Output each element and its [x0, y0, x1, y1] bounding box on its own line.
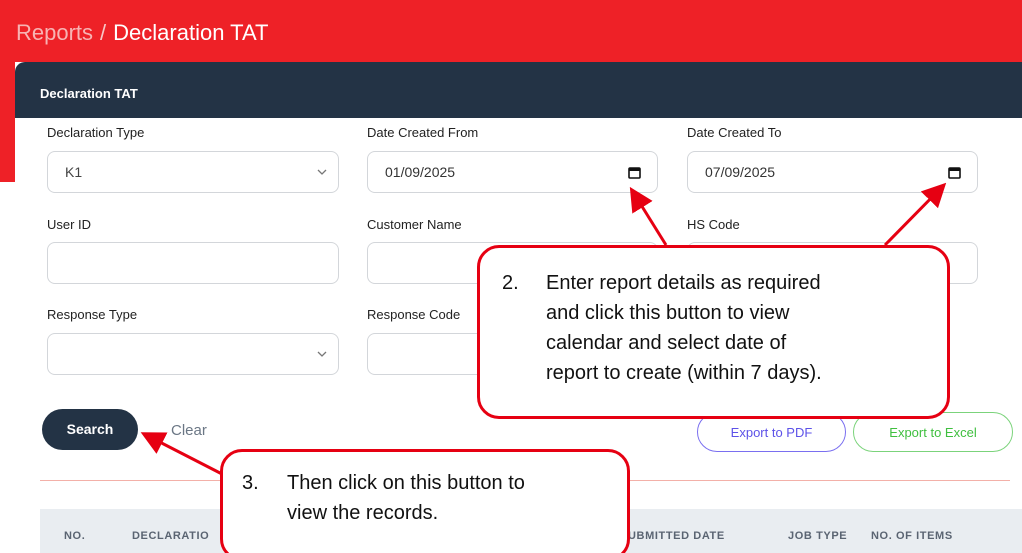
callout-step-3: 3. Then click on this button to view the…	[220, 449, 630, 553]
column-header-submitted-date[interactable]: UBMITTED DATE	[628, 530, 725, 542]
callout-step-3-line: Then click on this button to	[287, 472, 525, 494]
callout-step-2-line: calendar and select date of	[546, 332, 787, 354]
calendar-icon[interactable]	[948, 166, 961, 179]
date-to-input[interactable]: 07/09/2025	[687, 151, 978, 193]
breadcrumb-reports-link[interactable]: Reports	[16, 20, 93, 45]
search-button[interactable]: Search	[42, 409, 138, 450]
date-to-value: 07/09/2025	[705, 164, 776, 180]
breadcrumb-current: Declaration TAT	[113, 20, 269, 45]
callout-step-2-line: report to create (within 7 days).	[546, 362, 822, 384]
calendar-icon[interactable]	[628, 166, 641, 179]
user-id-input[interactable]	[47, 242, 339, 284]
breadcrumb: Reports / Declaration TAT	[16, 20, 268, 46]
app-root: Reports / Declaration TAT Declaration TAT …	[0, 0, 1022, 553]
date-from-label: Date Created From	[367, 125, 479, 140]
date-to-label: Date Created To	[687, 125, 782, 140]
response-code-label: Response Code	[367, 307, 461, 322]
response-type-label: Response Type	[47, 307, 138, 322]
declaration-type-select[interactable]: K1	[47, 151, 339, 193]
date-from-input[interactable]: 01/09/2025	[367, 151, 658, 193]
date-from-value: 01/09/2025	[385, 164, 456, 180]
user-id-label: User ID	[47, 217, 92, 232]
chevron-down-icon	[317, 169, 327, 175]
declaration-type-label: Declaration Type	[47, 125, 145, 140]
column-header-no-of-items[interactable]: NO. OF ITEMS	[871, 530, 953, 542]
callout-step-2: 2. Enter report details as required and …	[477, 245, 950, 419]
callout-step-2-line: and click this button to view	[546, 302, 790, 324]
column-header-job-type[interactable]: JOB TYPE	[788, 530, 847, 542]
callout-step-2-number: 2.	[502, 272, 519, 294]
callout-step-3-line: view the records.	[287, 502, 439, 524]
chevron-down-icon	[317, 351, 327, 357]
breadcrumb-separator: /	[100, 20, 107, 45]
column-header-declaration[interactable]: DECLARATIO	[132, 530, 209, 542]
clear-button[interactable]: Clear	[171, 422, 207, 439]
callout-step-3-number: 3.	[242, 472, 259, 494]
column-header-no[interactable]: NO.	[64, 530, 85, 542]
card-title: Declaration TAT	[40, 86, 138, 101]
card-header: Declaration TAT	[15, 62, 1022, 118]
customer-name-label: Customer Name	[367, 217, 462, 232]
response-type-select[interactable]	[47, 333, 339, 375]
hs-code-label: HS Code	[687, 217, 740, 232]
top-bar: Reports / Declaration TAT	[0, 0, 1022, 70]
callout-step-2-line: Enter report details as required	[546, 272, 821, 294]
left-accent-strip	[0, 62, 15, 182]
declaration-type-value: K1	[65, 164, 83, 180]
